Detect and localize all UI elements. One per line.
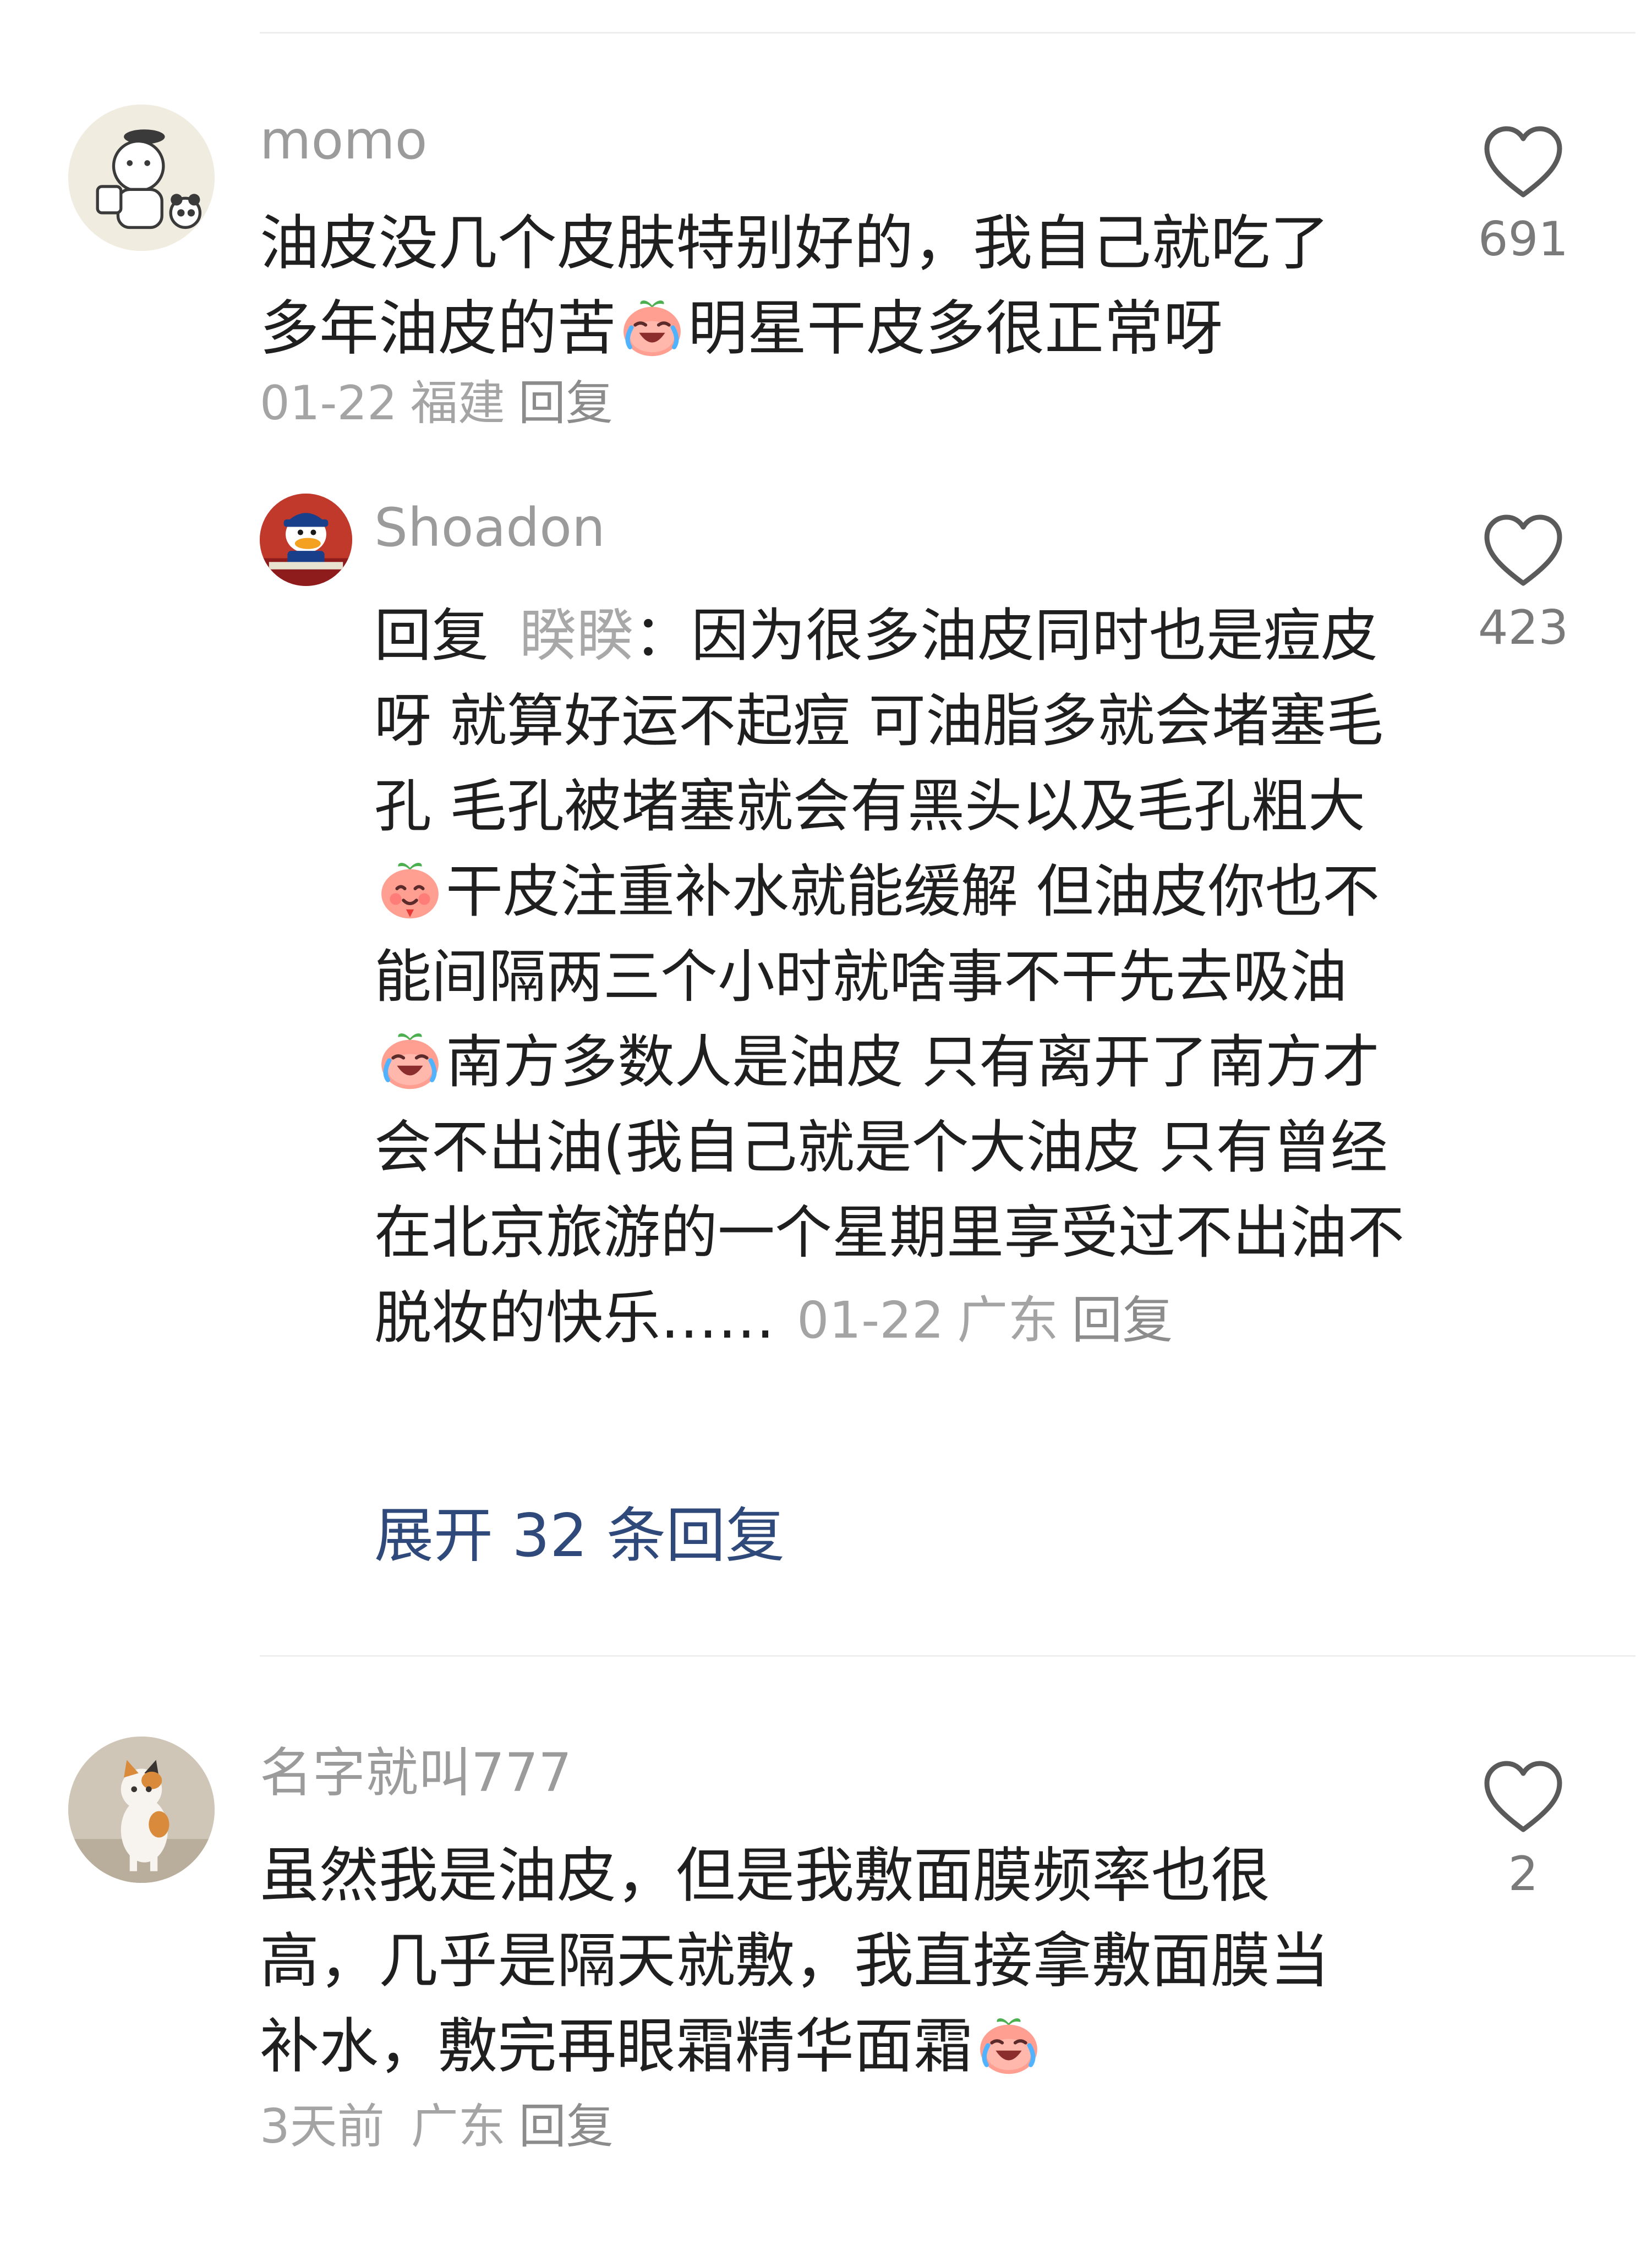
like-button[interactable]: 691	[1457, 123, 1589, 263]
like-button[interactable]: 423	[1457, 512, 1589, 651]
reply-to-username[interactable]: 睽睽	[519, 602, 634, 669]
crying-laughing-peach-emoji-icon	[378, 1027, 442, 1092]
heart-outline-icon[interactable]	[1482, 1758, 1565, 1835]
expand-replies-button[interactable]: 展开 32 条回复	[374, 1507, 785, 1566]
reply-meta: 01-22 广东 回复	[775, 1291, 1173, 1350]
avatar[interactable]	[68, 1737, 215, 1883]
donald-duck-icon	[260, 494, 352, 586]
reply-colon: ：	[634, 602, 692, 669]
cat-photo-icon	[68, 1737, 215, 1883]
comment-meta: 01-22 福建 回复	[260, 380, 613, 427]
reply-text-part: 干皮注重补水就能缓解 但油皮你也不能间隔两三个小时就啥事不干先去吸油	[374, 858, 1380, 1010]
reply-button[interactable]: 回复	[518, 376, 613, 431]
comment-username[interactable]: momo	[260, 114, 428, 167]
like-button[interactable]: 2	[1457, 1758, 1589, 1898]
top-divider	[260, 32, 1635, 34]
reply-date: 01-22	[797, 1291, 944, 1350]
reply-username[interactable]: Shoadon	[374, 501, 605, 554]
comment-text-part: 虽然我是油皮，但是我敷面膜频率也很高，几乎是隔天就敷，我直接拿敷面膜当补水，敷完…	[260, 1842, 1330, 2081]
avatar[interactable]	[260, 494, 352, 586]
comment-divider	[260, 1655, 1635, 1657]
crying-laughing-peach-emoji-icon	[976, 2012, 1041, 2077]
cartoon-bear-icon	[68, 105, 215, 251]
heart-outline-icon[interactable]	[1482, 512, 1565, 589]
comment-username[interactable]: 名字就叫777	[260, 1746, 572, 1799]
comment-text: 虽然我是油皮，但是我敷面膜频率也很高，几乎是隔天就敷，我直接拿敷面膜当补水，敷完…	[260, 1833, 1360, 2089]
reply-button[interactable]: 回复	[519, 2099, 614, 2154]
heart-outline-icon[interactable]	[1482, 123, 1565, 200]
reply-button[interactable]: 回复	[1071, 1291, 1173, 1350]
like-count: 691	[1478, 212, 1569, 267]
comment-date: 3天前	[260, 2099, 385, 2154]
reply-text: 回复 睽睽：因为很多油皮同时也是痘皮呀 就算好运不起痘 可油脂多就会堵塞毛孔 毛孔…	[374, 593, 1409, 1363]
crying-laughing-peach-emoji-icon	[620, 294, 685, 359]
comment-text-part: 明星干皮多很正常呀	[688, 294, 1223, 363]
comment-meta: 3天前 广东 回复	[260, 2103, 614, 2150]
comment-location: 福建	[410, 376, 505, 431]
blushing-peach-emoji-icon	[378, 856, 442, 921]
like-count: 2	[1508, 1847, 1539, 1902]
reply-prefix: 回复	[374, 602, 489, 669]
reply-location: 广东	[957, 1291, 1059, 1350]
avatar[interactable]	[68, 105, 215, 251]
comment-location: 广东	[411, 2099, 506, 2154]
comment-text: 油皮没几个皮肤特别好的，我自己就吃了多年油皮的苦 明星干皮多很正常呀	[260, 201, 1349, 371]
like-count: 423	[1478, 600, 1569, 655]
comment-date: 01-22	[260, 376, 397, 431]
